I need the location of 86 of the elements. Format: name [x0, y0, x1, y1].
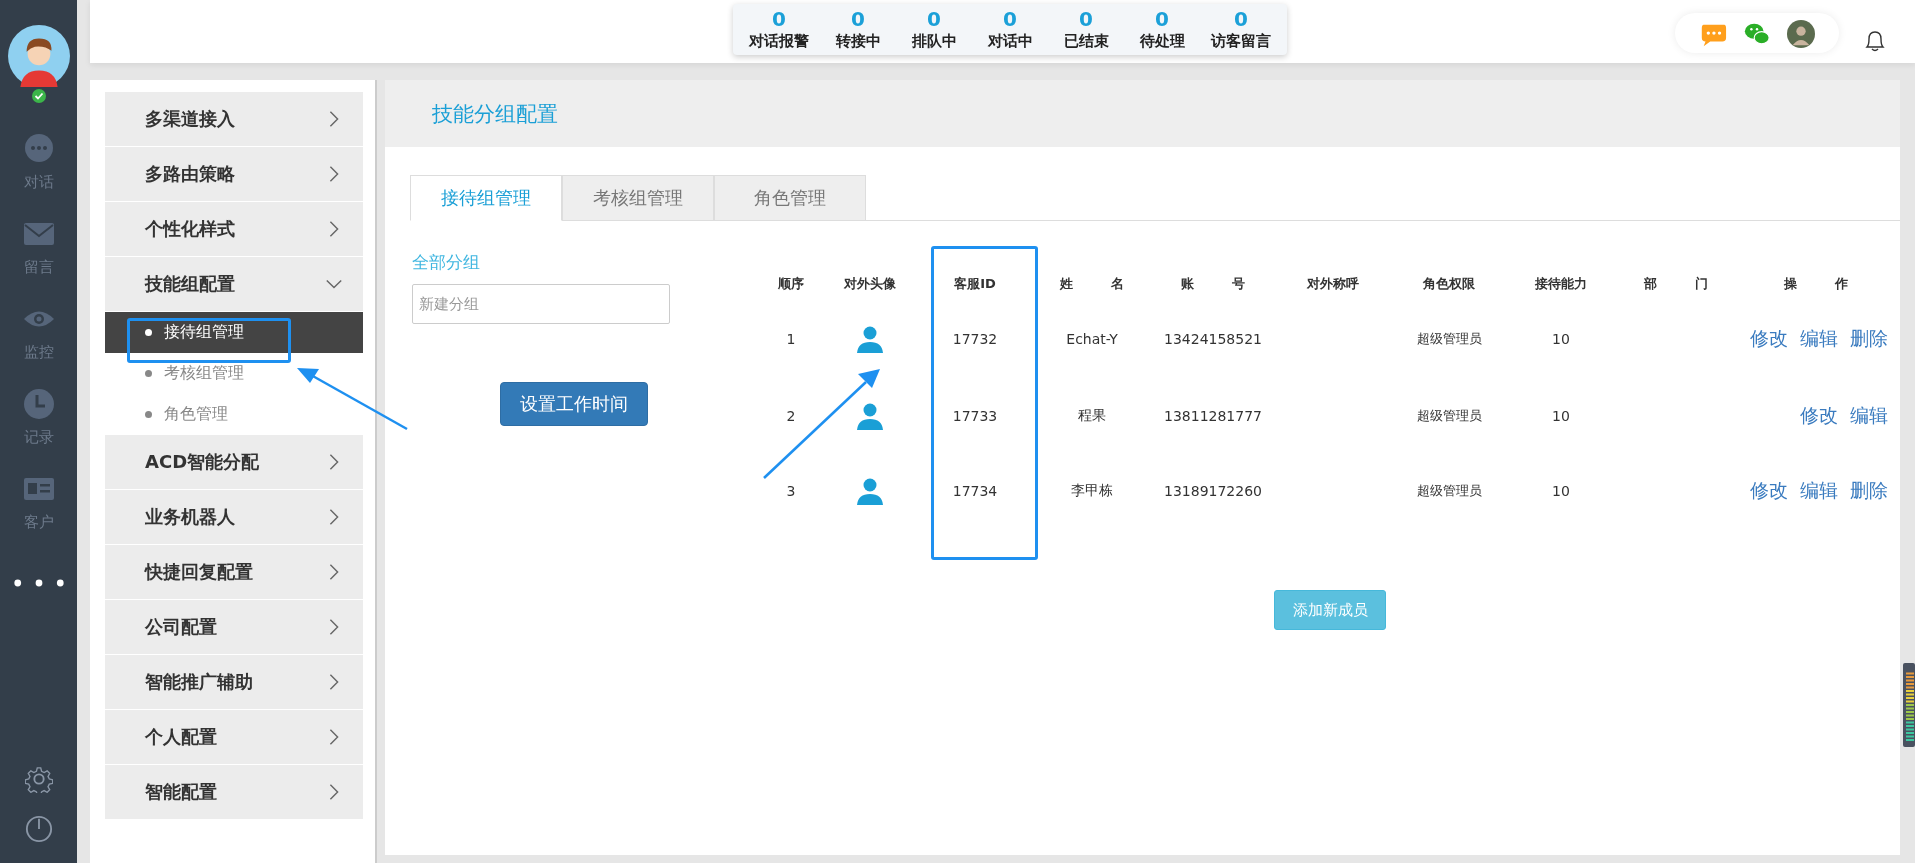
column-header: 操 作 — [1782, 275, 1850, 293]
stat-label: 访客留言 — [1211, 31, 1271, 51]
menu-item[interactable]: 业务机器人 — [105, 490, 363, 545]
menu-item[interactable]: ACD智能分配 — [105, 435, 363, 490]
column-header: 对外称呼 — [1306, 275, 1360, 293]
person-icon — [856, 477, 884, 505]
menu-item[interactable]: 快捷回复配置 — [105, 545, 363, 600]
table-cell-text: 13811281777 — [1163, 406, 1263, 426]
table-cell-text: 10 — [1551, 482, 1571, 501]
table-cell-text: Echat-Y — [1065, 330, 1119, 349]
row-action-link[interactable]: 修改 — [1800, 402, 1838, 429]
row-action-link[interactable]: 编辑 — [1800, 478, 1838, 504]
table-cell-text: 2 — [785, 406, 797, 426]
tab[interactable]: 角色管理 — [714, 175, 866, 221]
stat-count: 0 — [927, 7, 941, 31]
column-header: 角色权限 — [1422, 275, 1476, 293]
notification-bell-icon[interactable] — [1863, 28, 1887, 54]
menu-item[interactable]: 技能组配置 — [105, 257, 363, 312]
column-header: 部 门 — [1642, 275, 1710, 293]
table-cell-text: 李甲栋 — [1070, 481, 1114, 500]
column-header: 对外头像 — [843, 275, 897, 293]
profile-photo-placeholder[interactable] — [1787, 20, 1815, 48]
new-group-field[interactable]: 新建分组 — [412, 284, 670, 324]
page-title: 技能分组配置 — [432, 100, 558, 128]
menu-item[interactable]: 个人配置 — [105, 710, 363, 765]
table-cell-text: 程果 — [1077, 405, 1107, 425]
avatar-icon[interactable] — [7, 25, 70, 87]
table-cell-text: 13189172260 — [1163, 482, 1263, 501]
nav-item[interactable]: 客户 — [22, 473, 55, 532]
stat-count: 0 — [851, 7, 865, 31]
stat-label: 排队中 — [911, 31, 957, 51]
table-cell-text: 1 — [785, 330, 797, 349]
stat-label: 对话报警 — [749, 31, 809, 51]
row-action-link[interactable]: 修改 — [1750, 326, 1788, 352]
table-cell-text: 10 — [1551, 330, 1571, 349]
stat-count: 0 — [1003, 7, 1017, 31]
submenu-item[interactable]: 角色管理 — [105, 394, 363, 435]
menu-item[interactable]: 智能推广辅助 — [105, 655, 363, 710]
table-cell-text: 超级管理员 — [1415, 482, 1483, 500]
stat-label: 转接中 — [835, 31, 881, 51]
table-cell-text: 10 — [1551, 406, 1571, 426]
clock-icon — [22, 388, 55, 420]
row-action-link[interactable]: 删除 — [1850, 478, 1888, 504]
column-header: 账 号 — [1179, 275, 1247, 293]
person-icon — [856, 325, 884, 353]
stat-count: 0 — [772, 7, 786, 31]
group-link[interactable]: 全部分组 — [412, 251, 480, 274]
menu-item[interactable]: 多路由策略 — [105, 147, 363, 202]
nav-item[interactable]: 对话 — [22, 133, 55, 192]
menu-item[interactable]: 公司配置 — [105, 600, 363, 655]
column-header: 客服ID — [953, 275, 997, 293]
set-work-time-button[interactable]: 设置工作时间 — [500, 382, 648, 426]
nav-item[interactable]: 留言 — [22, 218, 55, 277]
stat-count: 0 — [1155, 7, 1169, 31]
table-cell-text: 17734 — [951, 482, 999, 501]
table-cell-text: 17732 — [951, 330, 999, 349]
menu-item[interactable]: 个性化样式 — [105, 202, 363, 257]
person-icon — [856, 401, 884, 430]
tab[interactable]: 考核组管理 — [562, 175, 714, 221]
table-cell-text: 17733 — [951, 406, 999, 426]
table-cell-text: 超级管理员 — [1415, 406, 1483, 425]
settings-icon[interactable] — [24, 765, 53, 793]
table-cell-text: 超级管理员 — [1415, 330, 1483, 348]
table-cell-text: 3 — [785, 482, 797, 501]
submenu-item[interactable]: 接待组管理 — [105, 312, 363, 353]
nav-item[interactable]: 监控 — [22, 303, 55, 362]
stat-label: 待处理 — [1139, 31, 1185, 51]
row-action-link[interactable]: 编辑 — [1850, 402, 1888, 429]
menu-item[interactable]: 智能配置 — [105, 765, 363, 820]
row-action-link[interactable]: 删除 — [1850, 326, 1888, 352]
stat-label: 对话中 — [987, 31, 1033, 51]
stat-count: 0 — [1079, 7, 1093, 31]
table-cell-text: 13424158521 — [1163, 330, 1263, 349]
menu-item[interactable]: 多渠道接入 — [105, 92, 363, 147]
power-icon[interactable] — [24, 815, 53, 843]
stat-count: 0 — [1234, 7, 1248, 31]
tab[interactable]: 接待组管理 — [410, 175, 562, 221]
chat-icon — [22, 133, 55, 165]
stat-label: 已结束 — [1063, 31, 1109, 51]
row-action-link[interactable]: 修改 — [1750, 478, 1788, 504]
nav-item[interactable]: 记录 — [22, 388, 55, 447]
column-header: 接待能力 — [1534, 275, 1588, 293]
column-header: 姓 名 — [1058, 275, 1126, 293]
column-header: 顺序 — [777, 275, 805, 293]
row-action-link[interactable]: 编辑 — [1800, 326, 1838, 352]
submenu-item[interactable]: 考核组管理 — [105, 353, 363, 394]
